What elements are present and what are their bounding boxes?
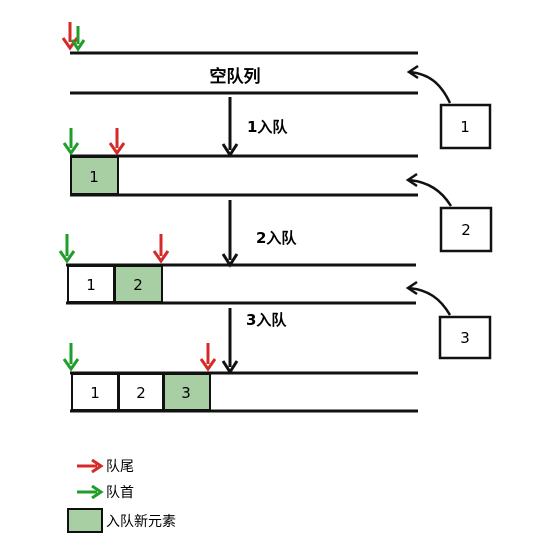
step-arrow-1: 1入队 (221, 97, 288, 158)
queue-cell-label: 1 (86, 276, 96, 294)
input-box-label: 1 (460, 118, 470, 136)
step-arrow-3: 3入队 (221, 308, 287, 375)
tail-pointer-1 (108, 128, 126, 156)
input-element-1: 1 (406, 64, 492, 150)
legend-head-label: 队首 (106, 485, 134, 501)
step-arrow-2: 2入队 (221, 200, 297, 268)
head-pointer-2 (58, 234, 76, 264)
new-element-swatch (67, 508, 103, 533)
legend-tail-label: 队尾 (106, 459, 134, 475)
input-box-label: 3 (460, 329, 470, 347)
input-element-2: 2 (405, 172, 493, 253)
queue-cell-label: 1 (89, 168, 99, 186)
queue-cell-label: 2 (136, 384, 146, 402)
tail-pointer-2 (152, 234, 170, 264)
input-element-3: 3 (405, 280, 492, 360)
queue-cell-label: 2 (133, 276, 143, 294)
queue-diagram: 空队列 1入队 2入队 3入队 1 1 2 1 2 3 1 2 3 队尾 队首 … (0, 0, 557, 551)
empty-queue: 空队列 (61, 22, 418, 95)
input-box-label: 2 (461, 221, 471, 239)
step-label-1: 1入队 (247, 118, 288, 136)
step-label-3: 3入队 (246, 311, 287, 329)
empty-queue-title: 空队列 (210, 66, 261, 87)
tail-pointer-3 (199, 343, 217, 372)
queue-cell-label: 1 (90, 384, 100, 402)
legend: 队尾 队首 入队新元素 (67, 458, 176, 533)
queue-diagram-canvas: 空队列 1入队 2入队 3入队 1 1 2 1 2 3 1 2 3 队尾 队首 … (58, 22, 493, 533)
legend-new-element: 入队新元素 (67, 508, 176, 533)
legend-head: 队首 (77, 484, 134, 501)
head-pointer-1 (62, 128, 80, 156)
head-pointer-3 (62, 343, 80, 372)
legend-tail: 队尾 (77, 458, 134, 475)
queue-after-step-2: 1 2 (58, 234, 416, 305)
head-pointer-0 (70, 26, 86, 52)
queue-cell-label: 3 (181, 384, 191, 402)
queue-after-step-1: 1 (62, 128, 418, 197)
step-label-2: 2入队 (256, 229, 297, 247)
legend-new-element-label: 入队新元素 (106, 514, 176, 530)
queue-after-step-3: 1 2 3 (62, 343, 418, 413)
